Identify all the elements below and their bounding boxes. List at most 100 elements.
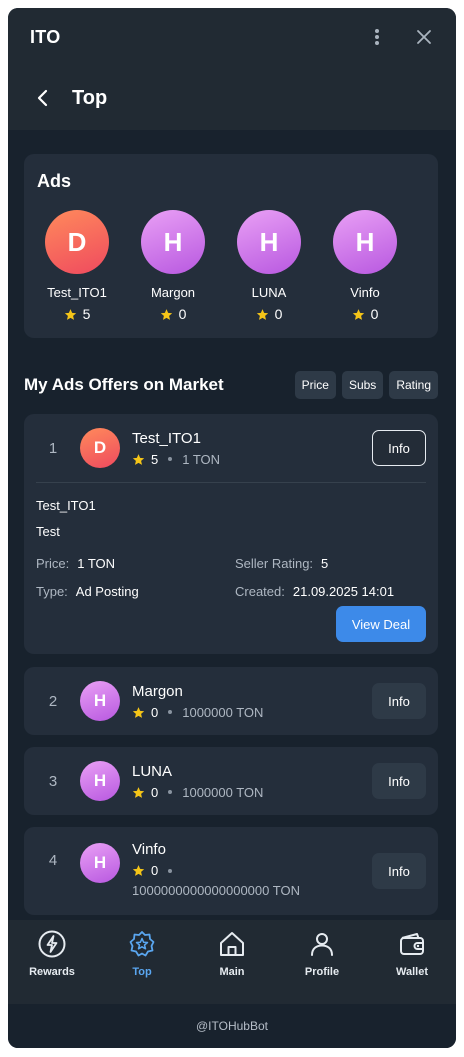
seller-rating-label: Seller Rating: [235,556,314,571]
page-title: Top [72,86,108,109]
offer-rating: 5 [151,451,159,467]
user-icon [311,933,333,956]
star-icon [64,308,76,320]
star-icon [256,308,268,320]
offer-card: 1 D Test_ITO1 5 1 TON Info Test_ITO1 Tes… [24,414,438,654]
ads-card: Ads D Test_ITO1 5 H Margon 0 H LUNA 0 H … [24,154,438,338]
offer-price: 1000000 TON [182,784,264,800]
main-content: Ads D Test_ITO1 5 H Margon 0 H LUNA 0 H … [8,130,456,920]
separator-dot [168,710,173,714]
view-deal-button[interactable]: View Deal [336,606,426,642]
offer-details: Test_ITO1 Test Price: 1 TON Seller Ratin… [36,498,426,599]
ad-rating: 0 [229,306,309,322]
app-window: ITO Top Ads D Test_ITO1 5 H Margon 0 H L… [8,8,456,1048]
page-header: Top [8,66,456,130]
ad-item[interactable]: H Vinfo 0 [325,210,405,322]
details-description: Test [36,524,60,539]
sort-price-button[interactable]: Price [294,371,336,399]
divider [36,482,426,483]
ad-item[interactable]: D Test_ITO1 5 [37,210,117,322]
offer-rank: 2 [48,692,58,710]
sort-subs-button[interactable]: Subs [341,371,384,399]
tab-label: Top [132,966,152,978]
tab-label: Rewards [29,966,75,978]
price-value: 1 TON [77,556,116,571]
separator-dot [168,868,173,873]
avatar: D [80,428,120,468]
star-icon [352,308,364,320]
ad-name: Margon [150,285,196,300]
close-icon[interactable] [414,27,434,47]
offer-summary: 2 H Margon 0 1000000 TON Info [24,667,438,735]
offer-rank: 1 [48,439,58,457]
offer-price: 1 TON [182,451,221,467]
offer-summary: 1 D Test_ITO1 5 1 TON Info [24,414,438,482]
ad-name: LUNA [251,285,287,300]
tab-top[interactable]: Top [106,928,178,1004]
tab-label: Profile [304,966,340,978]
back-arrow-icon[interactable] [32,87,54,109]
star-badge-icon [129,931,155,957]
offer-rank: 4 [48,852,58,869]
offer-meta: 0 1000000 TON [132,705,263,720]
info-button[interactable]: Info [372,683,426,719]
seller-rating-value: 5 [321,556,329,571]
tab-label: Main [219,966,245,978]
created-value: 21.09.2025 14:01 [292,584,395,599]
offer-price-line: 1000000000000000000 TON [132,883,300,898]
ad-item[interactable]: H LUNA 0 [229,210,309,322]
star-icon [160,308,172,320]
tab-rewards[interactable]: Rewards [16,928,88,1004]
sort-rating-button[interactable]: Rating [389,371,438,399]
footer: @ITOHubBot [8,1004,456,1048]
app-title: ITO [30,26,61,47]
details-seller-rating: Seller Rating: 5 [235,556,328,571]
type-value: Ad Posting [75,584,139,599]
offer-summary: 4 H Vinfo 0 1000000000000000000 TON Info [24,827,438,915]
ad-item[interactable]: H Margon 0 [133,210,213,322]
tab-main[interactable]: Main [196,928,268,1004]
offer-rating: 0 [151,784,159,800]
offer-card: 4 H Vinfo 0 1000000000000000000 TON Info [24,827,438,915]
offer-name: Margon [132,682,183,700]
title-bar: ITO [8,8,456,66]
tab-label: Wallet [396,966,428,978]
offer-card: 2 H Margon 0 1000000 TON Info [24,667,438,735]
price-label: Price: [36,556,70,571]
home-icon [220,932,244,956]
lightning-icon [38,930,66,958]
star-icon [132,865,145,876]
offer-name: Test_ITO1 [132,429,201,447]
offers-section-header: My Ads Offers on Market Price Subs Ratin… [24,370,438,400]
offer-price: 1000000 TON [182,704,264,720]
star-icon [132,706,145,718]
tab-wallet[interactable]: Wallet [376,928,448,1004]
bottom-tab-bar: Rewards Top Main Profile Wallet [8,920,456,1004]
separator-dot [168,457,173,461]
offer-rank: 3 [48,772,58,790]
info-button[interactable]: Info [372,430,426,466]
details-price: Price: 1 TON [36,556,115,571]
separator-dot [168,790,173,794]
bot-handle: @ITOHubBot [196,1019,268,1033]
avatar: H [80,843,120,883]
rating-value: 0 [274,306,283,322]
offer-rating: 0 [151,863,159,878]
offer-summary: 3 H LUNA 0 1000000 TON Info [24,747,438,815]
ads-title: Ads [37,171,72,191]
section-title: My Ads Offers on Market [24,375,224,394]
type-label: Type: [36,584,68,599]
offer-rating: 0 [151,704,159,720]
tab-profile[interactable]: Profile [286,928,358,1004]
more-options-icon[interactable] [370,27,384,47]
offer-meta: 0 [132,863,300,878]
info-button[interactable]: Info [372,763,426,799]
details-created: Created: 21.09.2025 14:01 [235,584,394,599]
sort-buttons: Price Subs Rating [294,371,438,399]
info-button[interactable]: Info [372,853,426,889]
offer-price: 1000000000000000000 TON [132,883,300,898]
star-icon [132,453,145,465]
ad-name: Vinfo [350,285,380,300]
details-title: Test_ITO1 [36,498,96,513]
rating-value: 0 [370,306,379,322]
